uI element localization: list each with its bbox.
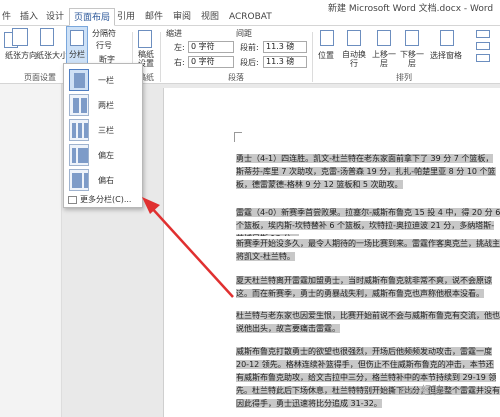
annotation-arrow <box>142 197 234 298</box>
watermark: Bai 经验 <box>400 384 443 397</box>
